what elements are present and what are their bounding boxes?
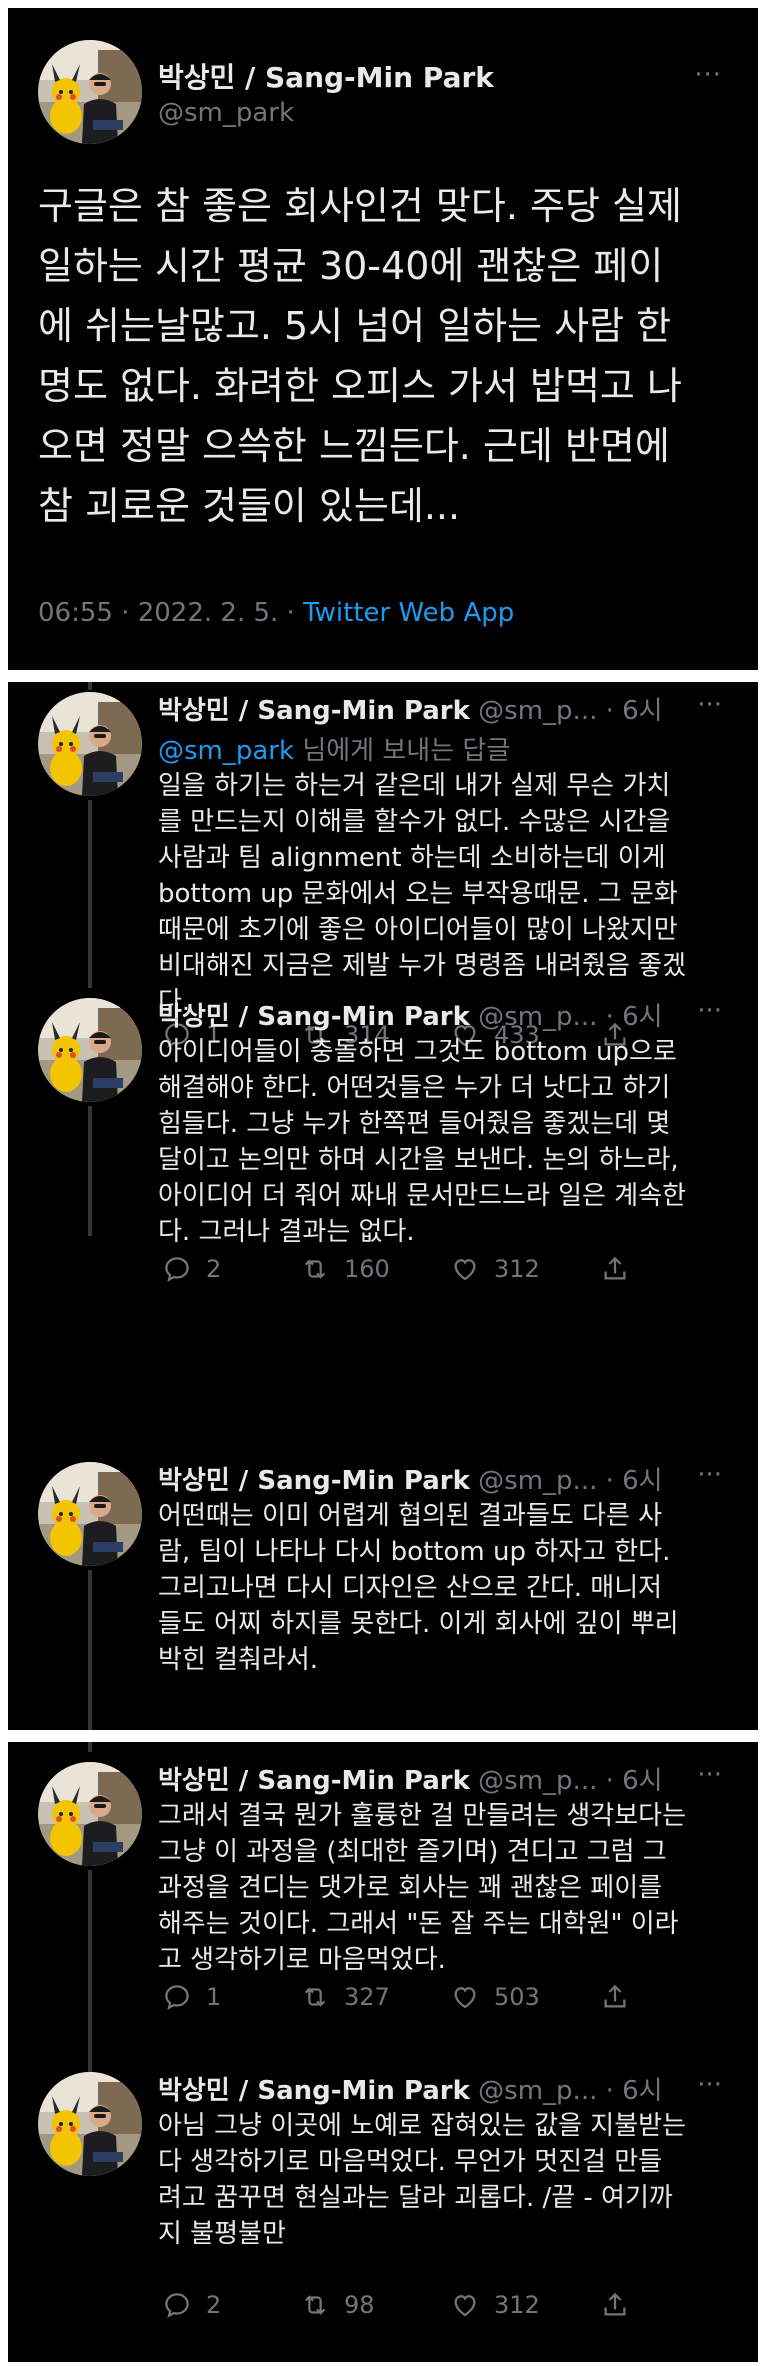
like-button[interactable]: 312 <box>450 1254 540 1284</box>
tweet-time[interactable]: 6시 <box>622 2076 662 2106</box>
avatar[interactable] <box>38 40 142 144</box>
mention-link[interactable]: @sm_park <box>158 736 294 766</box>
avatar[interactable] <box>38 1462 142 1566</box>
reply-button[interactable]: 2 <box>162 2290 221 2320</box>
tweet-text: 어떤때는 이미 어렵게 협의된 결과들도 다른 사 람, 팀이 나타나 다시 b… <box>158 1501 679 1675</box>
more-options-icon[interactable]: ··· <box>694 60 722 90</box>
tweet-meta: 06:55 · 2022. 2. 5. · Twitter Web App <box>38 598 514 628</box>
heart-icon <box>450 2290 480 2320</box>
tweet-actions: 1 327 503 <box>158 1982 638 2018</box>
share-button[interactable] <box>600 2290 644 2320</box>
tweet-time[interactable]: 6시 <box>622 1766 662 1796</box>
reply-icon <box>162 1982 192 2012</box>
tweet-header: 박상민 / Sang-Min Park @sm_p... · 6시 <box>158 1466 663 1496</box>
tweet-actions: 2 98 312 <box>158 2290 638 2326</box>
author-handle[interactable]: @sm_p... <box>478 1766 597 1796</box>
reply-count: 2 <box>206 1255 222 1283</box>
avatar[interactable] <box>38 1762 142 1866</box>
tweet-timestamp[interactable]: 06:55 · 2022. 2. 5. · <box>38 598 303 628</box>
thread-line <box>88 1106 92 1236</box>
like-button[interactable]: 503 <box>450 1982 540 2012</box>
reply-icon <box>162 1254 192 1284</box>
retweet-button[interactable]: 160 <box>300 1254 390 1284</box>
thread-panel: 박상민 / Sang-Min Park @sm_p... · 6시 ··· 그래… <box>8 1742 758 2362</box>
retweet-count: 327 <box>344 1983 390 2011</box>
author-handle[interactable]: @sm_p... <box>478 1002 597 1032</box>
like-count: 503 <box>494 1983 540 2011</box>
thread-line <box>88 1742 92 1752</box>
tweet-text: 그래서 결국 뭔가 훌륭한 걸 만들려는 생각보다는 그냥 이 과정을 (최대한… <box>158 1801 686 1975</box>
more-options-icon[interactable]: ··· <box>697 1460 722 1490</box>
retweet-icon <box>300 2290 330 2320</box>
heart-icon <box>450 1982 480 2012</box>
share-button[interactable] <box>600 1254 644 1284</box>
heart-icon <box>450 1254 480 1284</box>
tweet-header: 박상민 / Sang-Min Park @sm_p... · 6시 <box>158 2076 663 2106</box>
retweet-count: 98 <box>344 2291 375 2319</box>
reply-tweet[interactable]: 박상민 / Sang-Min Park @sm_p... · 6시 ··· 어떤… <box>8 1452 758 1730</box>
reply-tweet[interactable]: 박상민 / Sang-Min Park @sm_p... · 6시 ··· 아님… <box>8 2062 758 2352</box>
author-name[interactable]: 박상민 / Sang-Min Park <box>158 2076 470 2106</box>
tweet-time[interactable]: 6시 <box>622 1466 662 1496</box>
reply-count: 2 <box>206 2291 222 2319</box>
author-name[interactable]: 박상민 / Sang-Min Park <box>158 696 470 726</box>
tweet-time[interactable]: 6시 <box>622 696 662 726</box>
retweet-button[interactable]: 98 <box>300 2290 375 2320</box>
author-handle[interactable]: @sm_p... <box>478 696 597 726</box>
main-tweet: 박상민 / Sang-Min Park @sm_park ··· 구글은 참 좋… <box>8 8 758 670</box>
tweet-header: 박상민 / Sang-Min Park @sm_p... · 6시 <box>158 696 663 726</box>
share-icon <box>600 1982 630 2012</box>
reply-context-label: 님에게 보내는 답글 <box>294 736 511 766</box>
thread-line <box>88 1570 92 1730</box>
retweet-icon <box>300 1982 330 2012</box>
author-name[interactable]: 박상민 / Sang-Min Park <box>158 1002 470 1032</box>
retweet-button[interactable]: 327 <box>300 1982 390 2012</box>
avatar[interactable] <box>38 2072 142 2176</box>
tweet-text: 아님 그냥 이곳에 노예로 잡혀있는 값을 지불받는 다 생각하기로 마음먹었다… <box>158 2111 686 2249</box>
like-count: 312 <box>494 1255 540 1283</box>
reply-tweet[interactable]: 박상민 / Sang-Min Park @sm_p... · 6시 ··· @s… <box>8 682 758 1049</box>
tweet-time[interactable]: 6시 <box>622 1002 662 1032</box>
more-options-icon[interactable]: ··· <box>697 996 722 1026</box>
more-options-icon[interactable]: ··· <box>697 2070 722 2100</box>
share-button[interactable] <box>600 1982 644 2012</box>
thread-panel: 박상민 / Sang-Min Park @sm_p... · 6시 ··· @s… <box>8 682 758 1730</box>
author-handle[interactable]: @sm_park <box>158 98 294 128</box>
tweet-text: 일을 하기는 하는거 같은데 내가 실제 무슨 가치 를 만드는지 이해를 할수… <box>158 771 686 1017</box>
like-count: 312 <box>494 2291 540 2319</box>
reply-icon <box>162 2290 192 2320</box>
reply-context: @sm_park 님에게 보내는 답글 <box>158 730 510 767</box>
retweet-icon <box>300 1254 330 1284</box>
author-handle[interactable]: @sm_p... <box>478 2076 597 2106</box>
tweet-source-app[interactable]: Twitter Web App <box>303 598 514 628</box>
tweet-actions: 2 160 312 <box>158 1254 638 1290</box>
tweet-header: 박상민 / Sang-Min Park @sm_p... · 6시 <box>158 1766 663 1796</box>
reply-button[interactable]: 1 <box>162 1982 221 2012</box>
more-options-icon[interactable]: ··· <box>697 1760 722 1790</box>
retweet-count: 160 <box>344 1255 390 1283</box>
reply-count: 1 <box>206 1983 222 2011</box>
avatar[interactable] <box>38 692 142 796</box>
share-icon <box>600 1254 630 1284</box>
reply-tweet[interactable]: 박상민 / Sang-Min Park @sm_p... · 6시 ··· 아이… <box>8 988 758 1288</box>
tweet-text: 아이디어들이 충돌하면 그것도 bottom up으로 해결해야 한다. 어떤것… <box>158 1037 686 1247</box>
share-icon <box>600 2290 630 2320</box>
tweet-header: 박상민 / Sang-Min Park @sm_p... · 6시 <box>158 1002 663 1032</box>
tweet-text: 구글은 참 좋은 회사인건 맞다. 주당 실제 일하는 시간 평균 30-40에… <box>38 184 682 528</box>
like-button[interactable]: 312 <box>450 2290 540 2320</box>
thread-line <box>88 800 92 988</box>
author-name[interactable]: 박상민 / Sang-Min Park <box>158 1766 470 1796</box>
author-handle[interactable]: @sm_p... <box>478 1466 597 1496</box>
avatar[interactable] <box>38 998 142 1102</box>
more-options-icon[interactable]: ··· <box>697 690 722 720</box>
reply-button[interactable]: 2 <box>162 1254 221 1284</box>
author-name[interactable]: 박상민 / Sang-Min Park <box>158 56 494 96</box>
author-name[interactable]: 박상민 / Sang-Min Park <box>158 1466 470 1496</box>
